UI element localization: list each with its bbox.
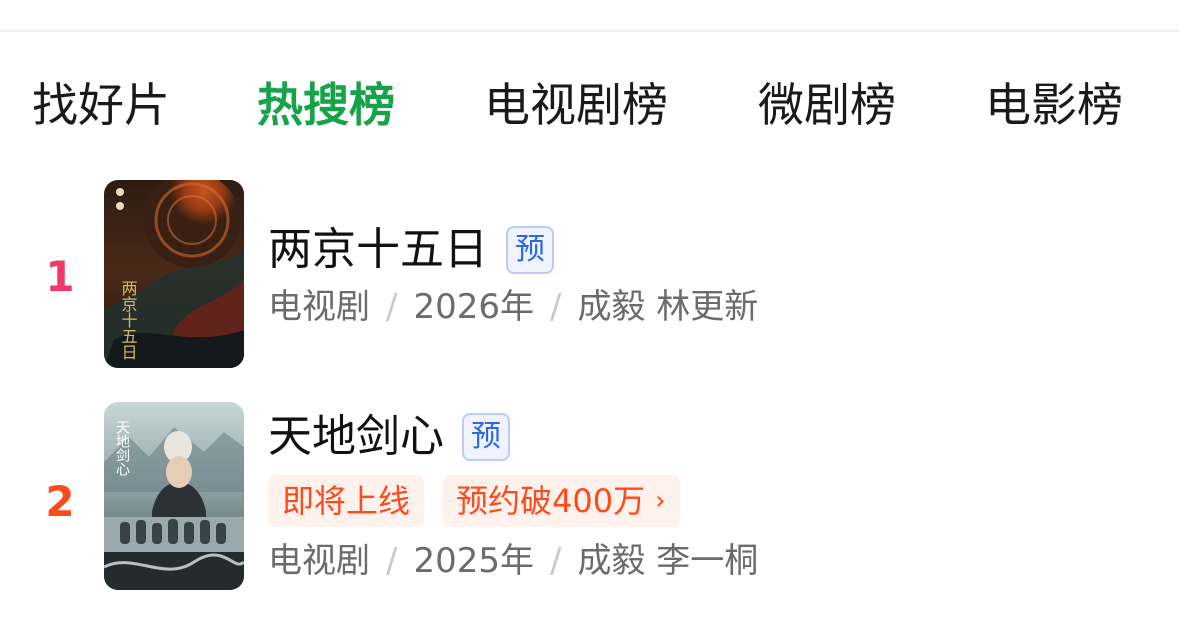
tag-label: 即将上线: [282, 482, 411, 520]
poster-image[interactable]: 天地剑心: [104, 402, 244, 590]
coming-soon-tag: 即将上线: [268, 475, 425, 527]
year-text: 2026年: [413, 287, 534, 327]
tab-hot-search[interactable]: 热搜榜: [257, 70, 395, 140]
tab-movies[interactable]: 电影榜: [985, 70, 1123, 140]
reservation-tag[interactable]: 预约破400万 ›: [442, 475, 680, 527]
item-title[interactable]: 天地剑心: [268, 409, 444, 465]
cast-text: 成毅 李一桐: [577, 541, 759, 581]
meta-separator: /: [550, 287, 562, 327]
rank-number: 2: [45, 477, 75, 526]
meta-separator: /: [386, 541, 398, 581]
poster-image[interactable]: 两京十五日: [104, 180, 244, 368]
chevron-right-icon: ›: [655, 486, 666, 516]
preview-badge: 预: [506, 226, 554, 274]
tags-row: 即将上线 预约破400万 ›: [268, 475, 680, 527]
preview-badge: 预: [462, 413, 510, 461]
ranking-item[interactable]: 2 天地剑心 天地剑心 预 即将上线 预约破400万 › 电视剧 / 2025年…: [0, 402, 1179, 592]
year-text: 2025年: [413, 541, 534, 581]
tab-find-good-films[interactable]: 找好片: [32, 70, 170, 140]
item-meta: 电视剧 / 2026年 / 成毅 林更新: [268, 284, 758, 330]
ranking-item[interactable]: 1 两京十五日 两京十五日 预 电视剧 / 2026年 / 成毅 林更新: [0, 180, 1179, 370]
top-divider: [0, 30, 1179, 32]
cast-text: 成毅 林更新: [577, 287, 759, 327]
meta-separator: /: [550, 541, 562, 581]
poster-title-text: 天地剑心: [114, 420, 130, 476]
rank-number: 1: [45, 252, 75, 301]
ranking-tabs: 找好片 热搜榜 电视剧榜 微剧榜 电影榜: [0, 70, 1179, 140]
tab-micro-drama[interactable]: 微剧榜: [758, 70, 896, 140]
item-meta: 电视剧 / 2025年 / 成毅 李一桐: [268, 538, 758, 584]
tab-tv-series[interactable]: 电视剧榜: [484, 70, 668, 140]
tag-label: 预约破400万: [456, 482, 646, 520]
genre-text: 电视剧: [268, 541, 370, 581]
genre-text: 电视剧: [268, 287, 370, 327]
meta-separator: /: [386, 287, 398, 327]
poster-title-text: 两京十五日: [119, 280, 138, 360]
item-title[interactable]: 两京十五日: [268, 222, 488, 278]
